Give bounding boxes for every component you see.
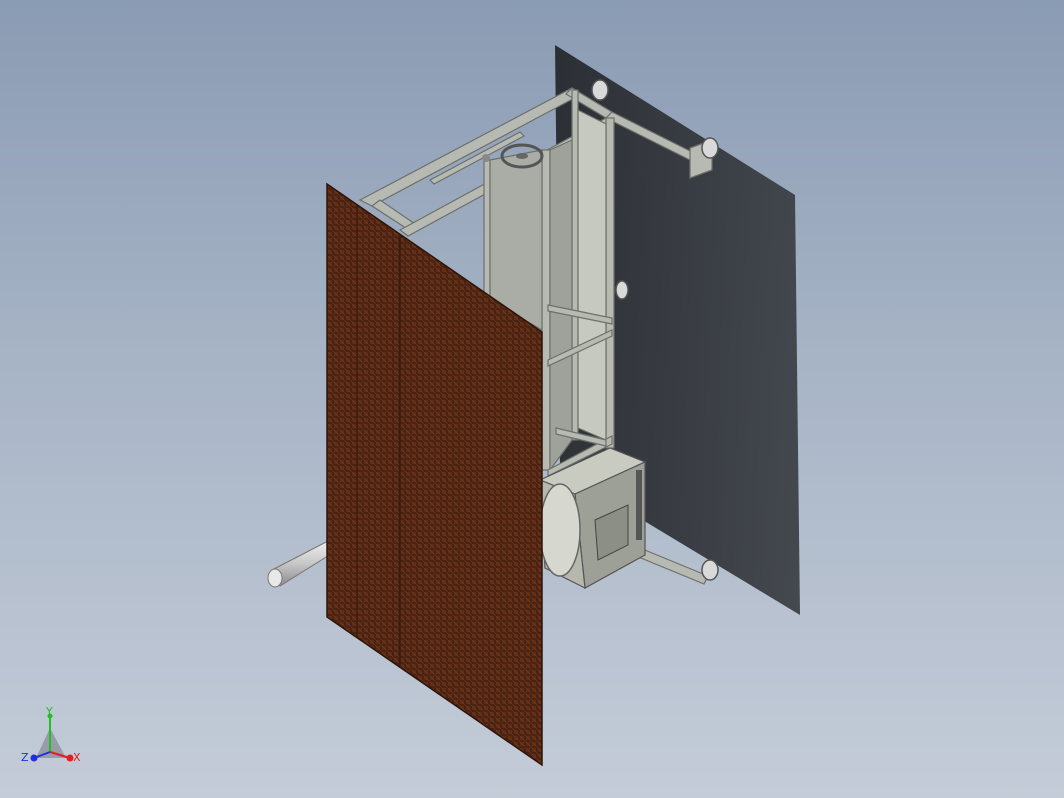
assembly-model[interactable] xyxy=(0,0,1064,798)
coordinate-triad: Y X Z xyxy=(21,706,81,764)
inlet-pipe xyxy=(267,539,335,588)
y-axis-label: Y xyxy=(45,706,53,718)
x-axis-label: X xyxy=(73,751,81,764)
z-axis-icon xyxy=(30,754,38,762)
cad-3d-viewport[interactable]: Y X Z xyxy=(0,0,1064,798)
z-axis-label: Z xyxy=(21,751,29,764)
